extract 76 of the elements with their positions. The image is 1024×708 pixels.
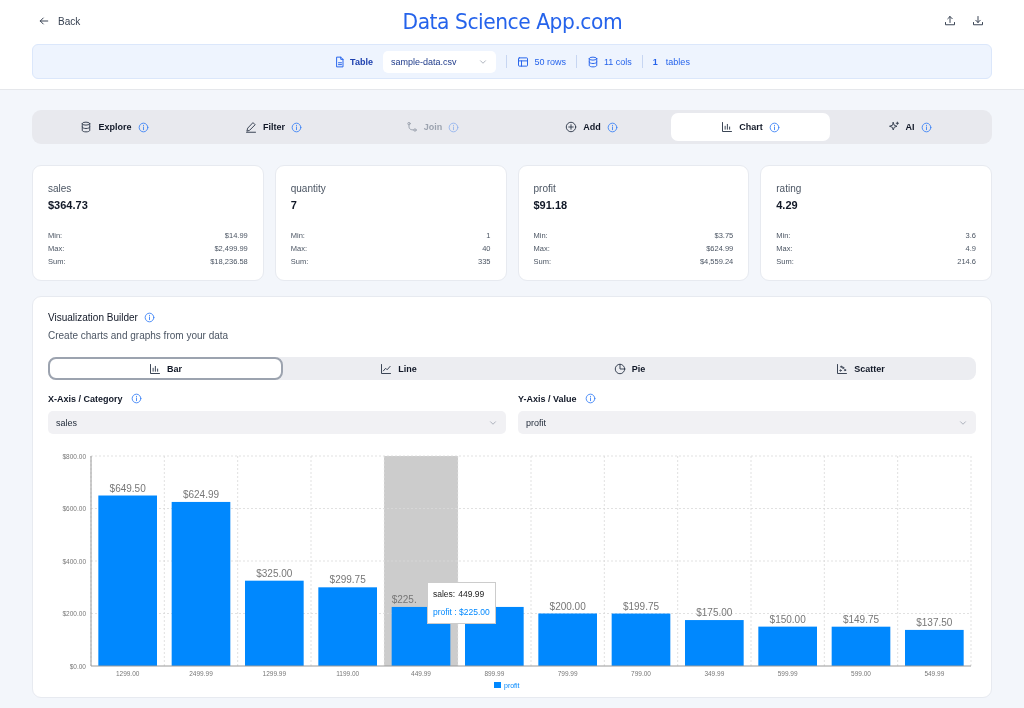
tab[interactable]: Chart <box>671 113 830 141</box>
data-label: $325.00 <box>256 567 293 579</box>
section-subtitle: Create charts and graphs from your data <box>48 330 230 341</box>
info-icon <box>143 312 155 323</box>
info-icon <box>768 121 780 133</box>
database-icon <box>587 55 599 68</box>
stat-value: 7 <box>290 199 298 211</box>
data-label: $137.50 <box>916 616 953 628</box>
field-label: X-Axis / Category <box>48 393 123 404</box>
tab[interactable]: AI <box>830 113 989 141</box>
stat-value: 4.29 <box>776 199 799 211</box>
stat-name: sales <box>48 183 73 194</box>
stat-value: $364.73 <box>48 199 89 211</box>
info-icon <box>130 393 142 404</box>
data-label: $149.75 <box>842 613 880 625</box>
table-icon <box>517 55 530 68</box>
scatter-chart-icon <box>836 362 849 375</box>
tab[interactable]: Filter <box>194 113 353 141</box>
tooltip-label: sales: <box>433 589 456 599</box>
rows-count: 50 rows <box>534 56 566 67</box>
data-label: $200.00 <box>549 600 586 612</box>
info-icon <box>137 121 149 133</box>
back-arrow-icon <box>38 15 50 27</box>
tables-count: 1 <box>652 56 658 67</box>
chart-type-tab[interactable]: Pie <box>514 357 745 380</box>
info-icon <box>448 121 460 133</box>
data-label: $299.75 <box>329 574 366 586</box>
bar-chart-icon <box>721 121 734 133</box>
select-field[interactable]: profit <box>518 411 976 434</box>
chart-type-tab[interactable]: Bar <box>48 357 283 380</box>
bar-chart-icon <box>149 362 161 375</box>
data-label: $175.00 <box>696 607 733 619</box>
pen-icon <box>245 121 257 133</box>
file-icon <box>334 55 347 68</box>
info-icon <box>920 121 932 133</box>
back-link[interactable]: Back <box>38 15 158 27</box>
bar <box>758 626 817 666</box>
bar <box>685 620 744 666</box>
tab[interactable]: Add <box>512 113 671 141</box>
pie-chart-icon <box>613 362 626 375</box>
app-title: Data Science App.com <box>402 8 622 34</box>
upload-icon <box>944 15 956 27</box>
download-icon <box>972 15 984 27</box>
line-chart-icon <box>380 362 393 375</box>
info-icon <box>606 121 618 133</box>
tooltip-category: 449.99 <box>458 589 485 599</box>
stat-name: rating <box>776 183 803 194</box>
data-label: $624.99 <box>182 488 220 500</box>
data-label: $199.75 <box>622 600 660 612</box>
cols-count: 11 cols <box>604 56 632 67</box>
table-label: Table <box>350 56 373 67</box>
file-select[interactable]: sample-data.csv <box>382 50 497 73</box>
bar <box>905 629 964 666</box>
info-icon <box>291 121 302 133</box>
field-label: Y-Axis / Value <box>518 393 577 404</box>
info-icon <box>584 393 596 404</box>
tooltip-value: profit : $225.00 <box>433 607 490 617</box>
bar <box>538 613 597 666</box>
data-label: $649.50 <box>109 482 146 494</box>
sparkle-icon <box>887 121 900 133</box>
stat-value: $91.18 <box>533 199 569 211</box>
plus-circle-icon <box>565 121 578 133</box>
data-label: $225. <box>391 593 417 605</box>
bar <box>611 613 671 666</box>
chart-type-tab[interactable]: Line <box>283 357 514 380</box>
tables-label: tables <box>665 56 690 67</box>
stat-name: profit <box>533 183 557 194</box>
branch-icon <box>405 121 418 133</box>
tab[interactable]: Explore <box>35 113 194 141</box>
data-label: $150.00 <box>769 613 806 625</box>
chart-type-tab[interactable]: Scatter <box>745 357 976 380</box>
bar <box>831 626 891 666</box>
select-field[interactable]: sales <box>48 411 506 434</box>
stat-name: quantity <box>290 183 327 194</box>
section-title: Visualization Builder <box>48 312 138 323</box>
database-icon <box>80 121 93 133</box>
